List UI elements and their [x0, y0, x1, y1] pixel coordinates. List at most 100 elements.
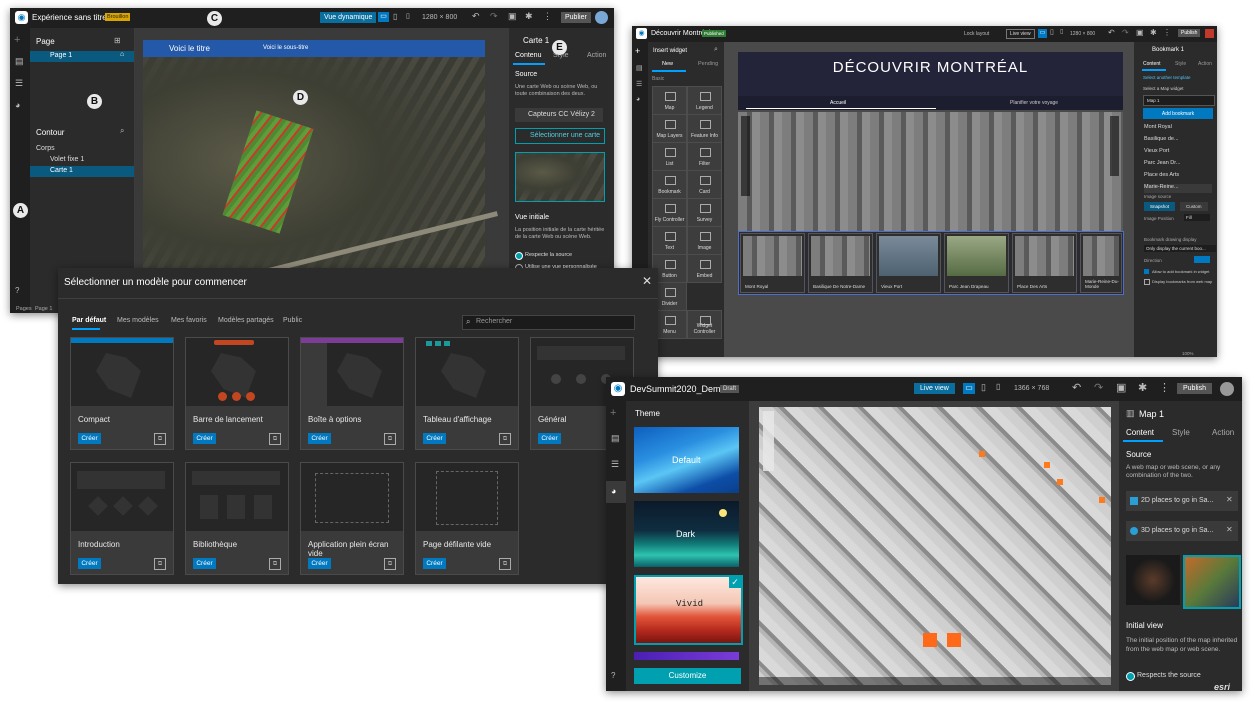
preview-icon[interactable]: ⧉ [269, 433, 281, 445]
live-view-button[interactable]: Live view [914, 383, 955, 394]
live-view-button[interactable]: Vue dynamique [320, 12, 377, 23]
tab-action[interactable]: Action [1212, 428, 1234, 437]
widget-embed[interactable]: Embed [687, 254, 722, 283]
widget-legend[interactable]: Legend [687, 86, 722, 115]
tab-style[interactable]: Style [1175, 61, 1186, 67]
theme-dark[interactable]: Dark [634, 501, 739, 567]
tablet-icon[interactable]: ▯ [393, 12, 397, 21]
tab-content[interactable]: Content [1126, 428, 1154, 437]
template-page-defilante-vide[interactable]: Page défilante vide Créer ⧉ [415, 462, 519, 575]
redo-icon[interactable]: ↷ [490, 11, 498, 22]
bookmark-item-selected[interactable]: Marie-Reine... [1144, 184, 1212, 193]
resolution-select[interactable]: 1366 × 768 [1014, 385, 1049, 392]
tab-modeles-partages[interactable]: Modèles partagés [218, 317, 274, 324]
template-tableau-affichage[interactable]: Tableau d'affichage Créer ⧉ [415, 337, 519, 450]
redo-icon[interactable]: ↷ [1094, 381, 1103, 394]
publish-button[interactable]: Publier [561, 12, 591, 23]
phone-icon[interactable]: ▯ [406, 12, 410, 20]
strip-marie-reine[interactable]: Marie-Reine-Du-Monde [1080, 233, 1122, 293]
bookmark-item[interactable]: Place des Arts [1144, 172, 1212, 181]
outline-item-map[interactable]: Carte 1 [30, 166, 134, 177]
widget-feature-info[interactable]: Feature Info [687, 114, 722, 143]
theme-icon[interactable]: ◕ [636, 96, 640, 103]
page-icon[interactable]: ▤ [636, 64, 643, 72]
undo-icon[interactable]: ↶ [1108, 28, 1115, 37]
strip-parc-jean-drapeau[interactable]: Parc Jean Drapeau [944, 233, 1009, 293]
add-icon[interactable]: + [14, 34, 20, 46]
add-icon[interactable]: + [635, 46, 640, 56]
theme-vivid[interactable]: ✓ Vivid [634, 575, 743, 645]
image-position-select[interactable]: Fill [1184, 214, 1210, 221]
desktop-icon[interactable]: ▭ [378, 12, 389, 22]
widget-filter[interactable]: Filter [687, 142, 722, 171]
checkbox-web-map[interactable] [1144, 279, 1150, 285]
search-icon[interactable]: ⌕ [120, 126, 124, 136]
phone-icon[interactable]: ▯ [996, 382, 1000, 391]
create-button[interactable]: Créer [193, 558, 216, 569]
add-page-icon[interactable]: ⊞ [114, 36, 121, 45]
snapshot-button[interactable]: Snapshot [1144, 202, 1176, 211]
help-icon[interactable]: ? [15, 286, 19, 295]
template-compact[interactable]: Compact Créer ⧉ [70, 337, 174, 450]
template-bibliotheque[interactable]: Bibliothèque Créer ⧉ [185, 462, 289, 575]
custom-button[interactable]: Custom [1180, 202, 1208, 211]
theme-icon[interactable]: ◕ [15, 100, 20, 110]
publish-button[interactable]: Publish [1177, 383, 1212, 394]
source-item[interactable]: Capteurs CC Vélizy 2 [515, 108, 603, 122]
more-icon[interactable]: ⋮ [543, 11, 552, 22]
undo-icon[interactable]: ↶ [1072, 381, 1081, 394]
map-thumbnail-2d[interactable] [1126, 555, 1180, 605]
avatar[interactable] [1205, 29, 1214, 38]
create-button[interactable]: Créer [78, 433, 101, 444]
more-icon[interactable]: ⋮ [1159, 381, 1170, 394]
source-item-2d[interactable]: 2D places to go in Sa... ✕ [1126, 491, 1238, 511]
close-icon[interactable]: ✕ [642, 274, 652, 288]
direction-toggle[interactable] [1194, 256, 1210, 263]
help-icon[interactable]: ? [611, 671, 615, 680]
source-item-3d[interactable]: 3D places to go in Sa... ✕ [1126, 521, 1238, 541]
create-button[interactable]: Créer [78, 558, 101, 569]
phone-icon[interactable]: ▯ [1060, 28, 1063, 35]
resolution-select[interactable]: 1280 × 800 [422, 14, 457, 21]
tab-action[interactable]: Action [587, 52, 606, 59]
tab-content[interactable]: Contenu [515, 52, 541, 59]
tab-action[interactable]: Action [1198, 61, 1212, 67]
strip-mont-royal[interactable]: Mont Royal [740, 233, 805, 293]
widget-image[interactable]: Image [687, 226, 722, 255]
template-boite-options[interactable]: Boîte à options Créer ⧉ [300, 337, 404, 450]
outline-item-fixed-panel[interactable]: Volet fixe 1 [50, 156, 84, 163]
preview-icon[interactable]: ⧉ [499, 558, 511, 570]
create-button[interactable]: Créer [308, 433, 331, 444]
avatar[interactable] [595, 11, 608, 24]
bookmark-item[interactable]: Vieux Port [1144, 148, 1212, 157]
tab-pending[interactable]: Pending [698, 61, 718, 67]
3d-city-map[interactable] [759, 407, 1111, 685]
widget-text[interactable]: Text [652, 226, 687, 255]
tablet-icon[interactable]: ▯ [1050, 28, 1054, 36]
tab-new[interactable]: New [662, 61, 673, 67]
tab-mes-favoris[interactable]: Mes favoris [171, 317, 207, 324]
tablet-icon[interactable]: ▯ [981, 382, 986, 393]
create-button[interactable]: Créer [308, 558, 331, 569]
checkbox-allow-add[interactable] [1144, 269, 1149, 274]
template-plein-ecran-vide[interactable]: Application plein écran vide Créer ⧉ [300, 462, 404, 575]
widget-map[interactable]: Map [652, 86, 687, 115]
drawing-display-select[interactable]: Only display the current boo... [1144, 245, 1216, 252]
map-widget-select[interactable]: Map 1 [1143, 95, 1215, 106]
widget-bookmark[interactable]: Bookmark [652, 170, 687, 199]
page-item[interactable]: Page 1 ⌂ [30, 51, 134, 62]
preview-icon[interactable]: ⧉ [499, 433, 511, 445]
nav-planifier[interactable]: Planifier votre voyage [1010, 100, 1058, 106]
data-icon[interactable]: ☰ [636, 80, 642, 88]
create-button[interactable]: Créer [423, 558, 446, 569]
select-map-button[interactable]: Sélectionner une carte [515, 128, 605, 144]
radio-respect-source[interactable] [1126, 672, 1135, 681]
resolution-select[interactable]: 1280 × 800 [1070, 31, 1095, 37]
radio-respect-source[interactable] [515, 252, 523, 260]
undo-icon[interactable]: ↶ [472, 11, 480, 22]
widget-card[interactable]: Card [687, 170, 722, 199]
widget-fly-controller[interactable]: Fly Controller [652, 198, 687, 227]
tab-content[interactable]: Content [1143, 61, 1161, 67]
gear-icon[interactable]: ✱ [525, 11, 533, 22]
redo-icon[interactable]: ↷ [1122, 28, 1129, 37]
